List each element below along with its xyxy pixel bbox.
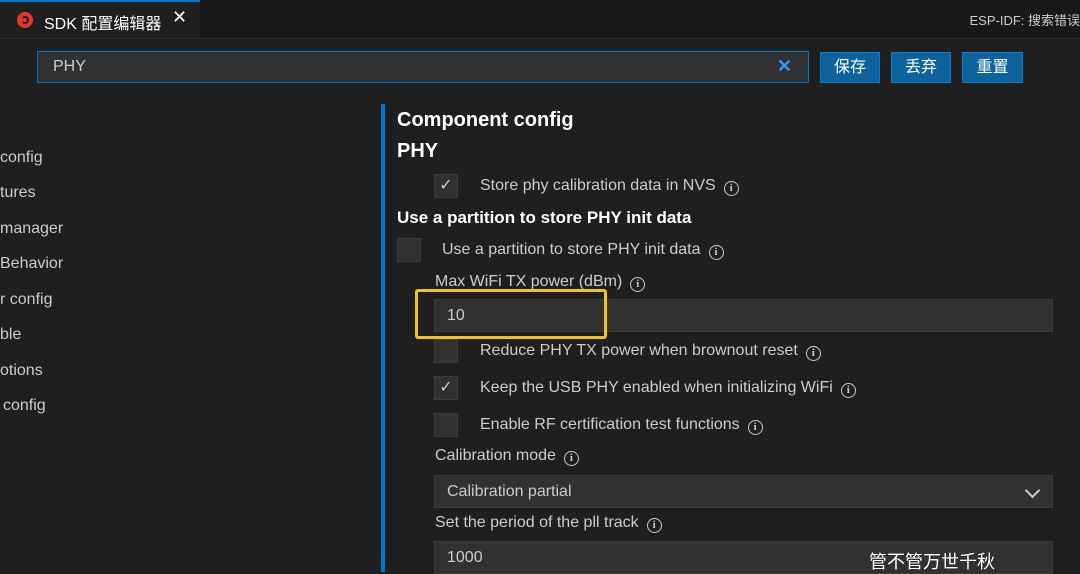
- info-icon[interactable]: i: [723, 181, 739, 196]
- store-calib-checkbox[interactable]: ✓: [434, 174, 458, 198]
- info-icon[interactable]: i: [805, 346, 821, 361]
- sidebar-item[interactable]: r config: [0, 291, 52, 309]
- watermark-text: 管不管万世千秋: [869, 552, 995, 572]
- check-icon: ✓: [439, 379, 453, 396]
- sidebar-item[interactable]: config: [3, 397, 46, 415]
- calibration-mode-value: Calibration partial: [447, 483, 572, 500]
- use-partition-label: Use a partition to store PHY init data i: [442, 241, 724, 260]
- sidebar-item[interactable]: Behavior: [0, 255, 63, 273]
- section-title: PHY: [397, 140, 439, 162]
- rf-cert-checkbox[interactable]: [434, 413, 458, 437]
- pll-track-label: Set the period of the pll track i: [435, 514, 662, 533]
- sidebar-item[interactable]: manager: [0, 220, 63, 238]
- chevron-down-icon: [1024, 482, 1041, 499]
- sidebar-item[interactable]: ble: [0, 326, 21, 344]
- search-input[interactable]: [38, 52, 758, 82]
- sidebar-item[interactable]: tures: [0, 184, 36, 202]
- info-icon[interactable]: i: [747, 420, 763, 435]
- store-calib-label: Store phy calibration data in NVS i: [480, 177, 739, 196]
- close-icon[interactable]: ✕: [172, 7, 187, 28]
- reduce-tx-power-label: Reduce PHY TX power when brownout reset i: [480, 342, 821, 361]
- tab-bar: SDK 配置编辑器 ✕ ESP-IDF: 搜索错误: [0, 0, 1080, 39]
- rf-cert-label: Enable RF certification test functions i: [480, 416, 763, 435]
- subsection-title: Use a partition to store PHY init data: [397, 208, 692, 227]
- tab-title: SDK 配置编辑器: [44, 16, 162, 33]
- calibration-mode-select[interactable]: Calibration partial: [434, 475, 1053, 508]
- info-icon[interactable]: i: [646, 518, 662, 533]
- status-text: ESP-IDF: 搜索错误: [969, 13, 1080, 28]
- save-button[interactable]: 保存: [820, 52, 880, 83]
- keep-usb-phy-label: Keep the USB PHY enabled when initializi…: [480, 379, 856, 398]
- reset-button[interactable]: 重置: [962, 52, 1023, 83]
- espressif-logo-icon: [17, 12, 33, 28]
- info-icon[interactable]: i: [630, 277, 646, 292]
- info-icon[interactable]: i: [563, 451, 579, 466]
- sidebar-item[interactable]: otions: [0, 362, 43, 380]
- calibration-mode-label: Calibration mode i: [435, 447, 579, 466]
- reduce-tx-power-checkbox[interactable]: [434, 339, 458, 363]
- page-title: Component config: [397, 109, 574, 131]
- check-icon: ✓: [439, 177, 453, 194]
- info-icon[interactable]: i: [840, 383, 856, 398]
- info-icon[interactable]: i: [708, 245, 724, 260]
- keep-usb-phy-checkbox[interactable]: ✓: [434, 376, 458, 400]
- highlight-box: [415, 289, 607, 339]
- editor-tab[interactable]: SDK 配置编辑器 ✕: [0, 0, 200, 38]
- discard-button[interactable]: 丢弃: [891, 52, 951, 83]
- sidebar-item[interactable]: config: [0, 149, 43, 167]
- use-partition-checkbox[interactable]: [397, 238, 421, 262]
- section-accent-bar: [381, 104, 385, 572]
- search-box: ✕: [37, 51, 809, 83]
- clear-search-icon[interactable]: ✕: [777, 56, 792, 77]
